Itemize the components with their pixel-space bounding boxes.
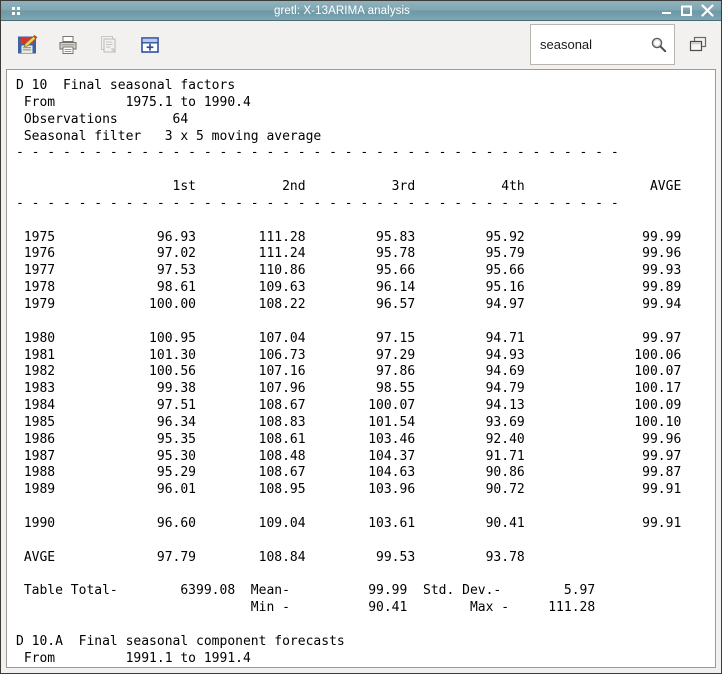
search-box[interactable] [530,24,675,65]
toolbar-right-group [530,24,721,65]
x13arima-analysis-window: gretl: X-13ARIMA analysis seasonal D 10 … [0,0,722,674]
window-grip-icon [1,6,31,15]
print-icon[interactable] [55,32,81,58]
window-controls [653,4,721,17]
search-input[interactable] [540,37,650,52]
output-text-frame: D 10 Final seasonal factors From 1975.1 … [6,69,716,668]
analysis-output-text: D 10 Final seasonal factors From 1975.1 … [16,78,682,666]
output-scroll-area[interactable]: D 10 Final seasonal factors From 1975.1 … [7,70,715,667]
search-icon[interactable] [650,36,667,53]
close-icon[interactable] [701,4,714,17]
save-icon[interactable] [14,32,40,58]
copy-icon[interactable] [96,32,122,58]
windows-icon[interactable] [685,32,711,58]
window-title: gretl: X-13ARIMA analysis [273,4,411,17]
minimize-icon[interactable] [661,5,672,16]
toolbar [1,21,721,68]
maximize-icon[interactable] [681,5,692,16]
window-titlebar[interactable]: gretl: X-13ARIMA analysis [1,1,721,21]
toolbar-left-group [1,32,163,58]
add-to-dataset-icon[interactable] [137,32,163,58]
